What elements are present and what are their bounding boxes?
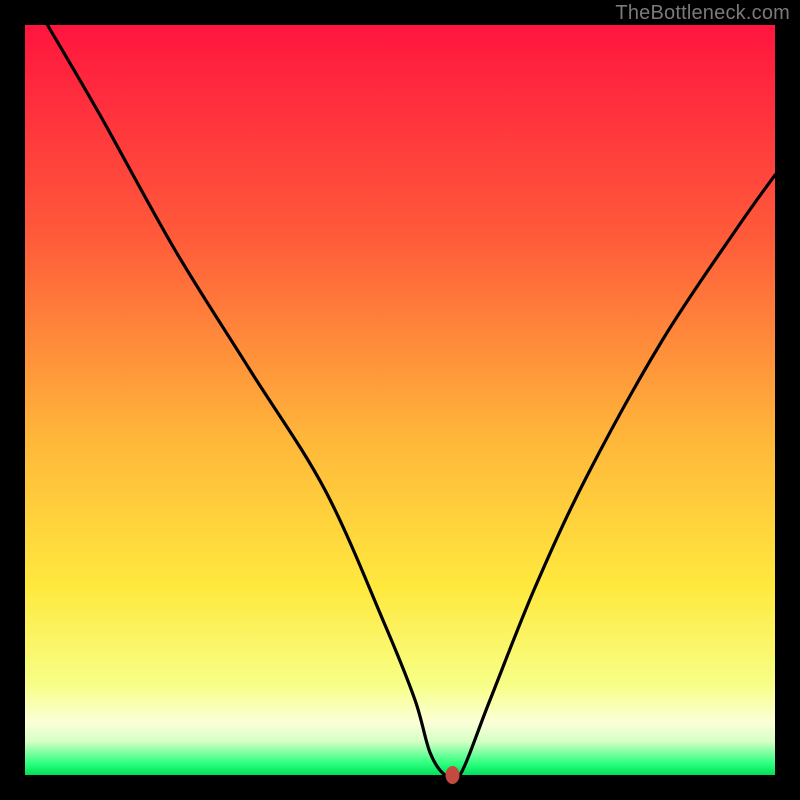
watermark-text: TheBottleneck.com xyxy=(615,2,790,25)
bottleneck-chart xyxy=(0,0,800,800)
chart-frame: TheBottleneck.com xyxy=(0,0,800,800)
minimum-marker xyxy=(446,766,460,784)
